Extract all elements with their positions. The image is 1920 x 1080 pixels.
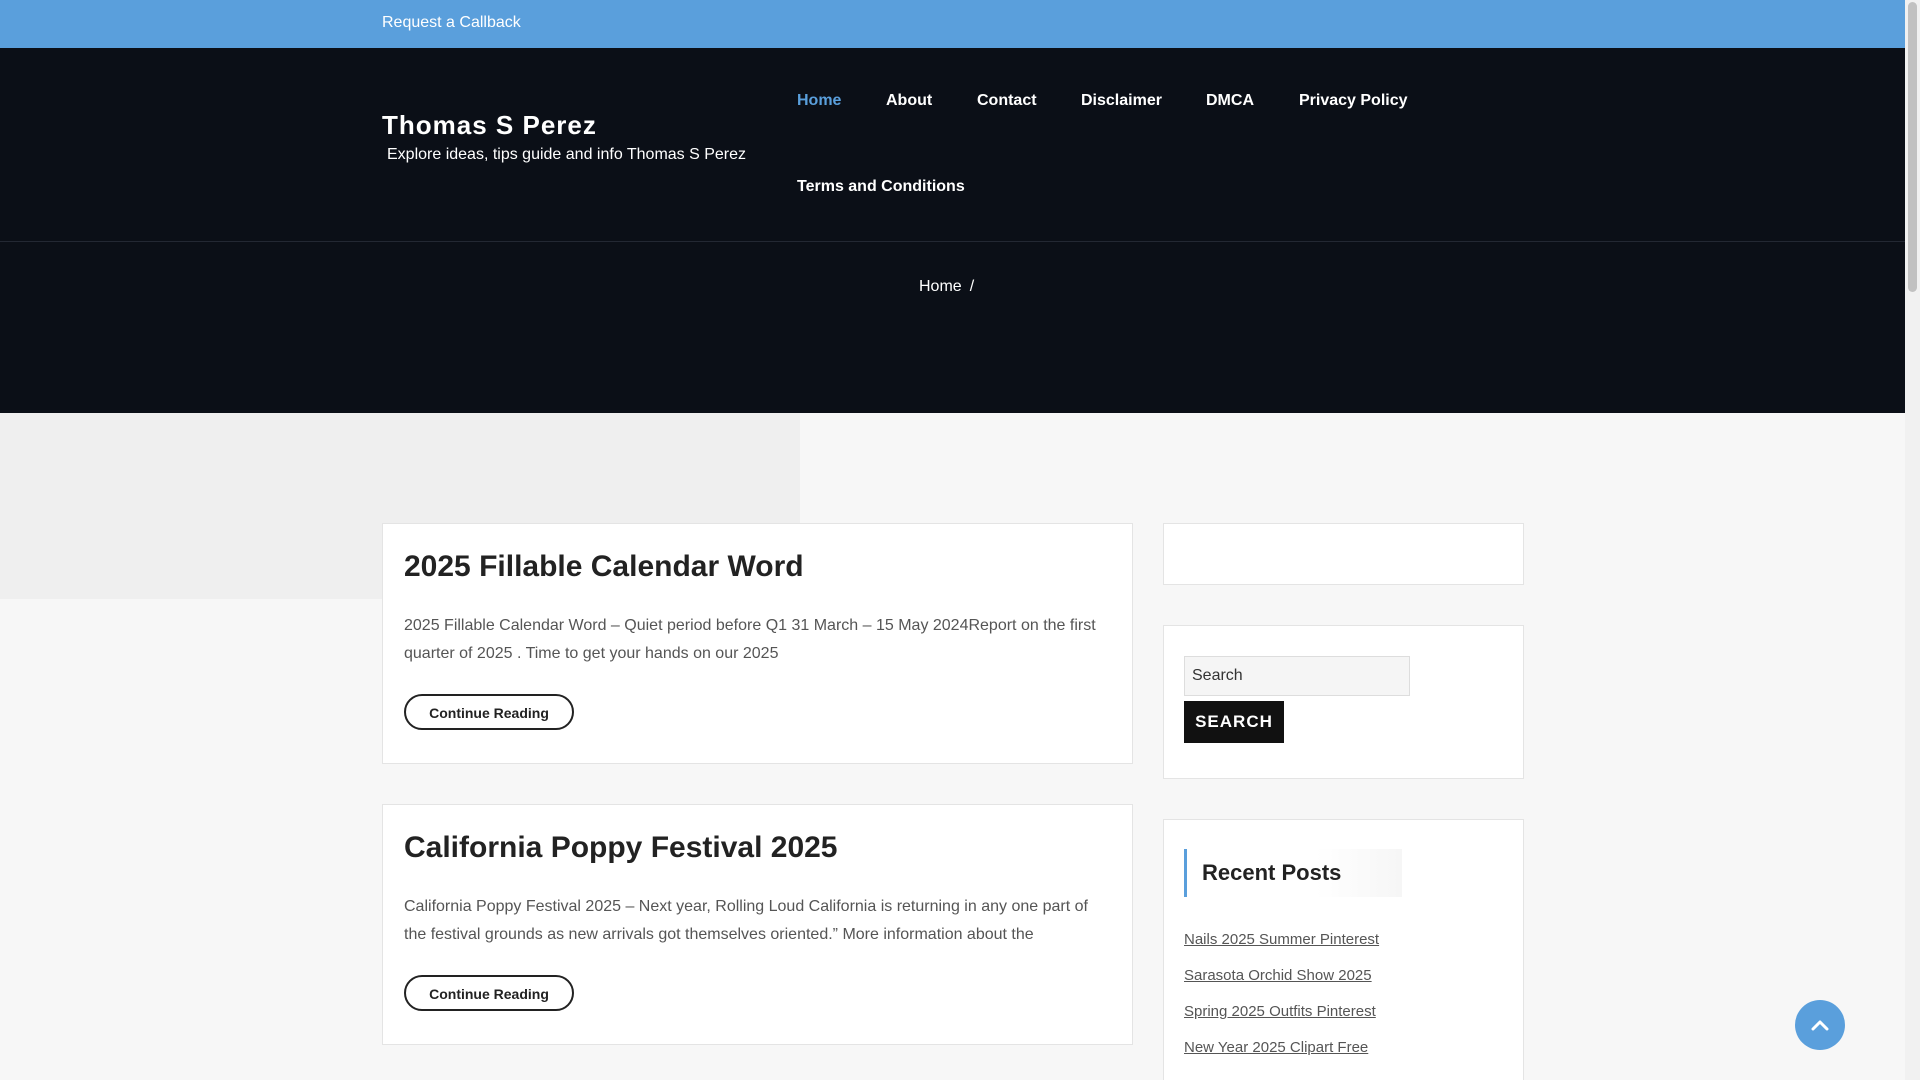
nav-item-terms-and-conditions[interactable]: Terms and Conditions (797, 178, 965, 196)
empty-widget (1163, 523, 1524, 585)
back-to-top-button[interactable] (1795, 1000, 1845, 1050)
site-tagline: Explore ideas, tips guide and info Thoma… (387, 146, 747, 163)
request-callback-link[interactable]: Request a Callback (382, 14, 521, 32)
recent-post-link[interactable]: Spring 2025 Outfits Pinterest (1184, 1003, 1376, 1020)
site-title[interactable]: Thomas S Perez (382, 110, 597, 141)
breadcrumb-home-link[interactable]: Home (919, 278, 962, 295)
search-widget: SEARCH (1163, 625, 1524, 779)
search-input[interactable] (1184, 656, 1410, 696)
breadcrumb-separator: / (969, 278, 975, 295)
list-item: Nails 2025 Summer Pinterest (1184, 930, 1379, 966)
page: Request a Callback Thomas S Perez Explor… (0, 0, 1905, 1080)
site-header: Thomas S Perez Explore ideas, tips guide… (0, 48, 1905, 242)
recent-post-link[interactable]: Sarasota Orchid Show 2025 (1184, 967, 1372, 984)
nav-item-disclaimer[interactable]: Disclaimer (1081, 92, 1162, 110)
nav-item-contact[interactable]: Contact (977, 92, 1037, 110)
breadcrumb: Home / (919, 278, 974, 296)
nav-item-home[interactable]: Home (797, 92, 841, 110)
list-item: Sarasota Orchid Show 2025 (1184, 966, 1379, 1002)
recent-post-link[interactable]: Nails 2025 Summer Pinterest (1184, 931, 1379, 948)
recent-post-link[interactable]: New Year 2025 Clipart Free (1184, 1039, 1368, 1056)
scrollbar[interactable] (1905, 0, 1920, 1080)
post-card: California Poppy Festival 2025 Californi… (382, 804, 1133, 1045)
top-bar: Request a Callback (0, 0, 1905, 48)
continue-reading-button[interactable]: Continue Reading (404, 694, 574, 730)
nav-item-about[interactable]: About (886, 92, 932, 110)
post-title[interactable]: 2025 Fillable Calendar Word (404, 550, 804, 584)
post-card: 2025 Fillable Calendar Word 2025 Fillabl… (382, 523, 1133, 764)
chevron-up-icon (1811, 1020, 1829, 1031)
nav-item-privacy-policy[interactable]: Privacy Policy (1299, 92, 1408, 110)
recent-posts-widget: Recent Posts Nails 2025 Summer Pinterest… (1163, 819, 1524, 1080)
post-excerpt: 2025 Fillable Calendar Word – Quiet peri… (404, 617, 1096, 662)
continue-reading-button[interactable]: Continue Reading (404, 975, 574, 1011)
recent-posts-list: Nails 2025 Summer Pinterest Sarasota Orc… (1184, 930, 1379, 1074)
list-item: New Year 2025 Clipart Free (1184, 1038, 1379, 1074)
list-item: Spring 2025 Outfits Pinterest (1184, 1002, 1379, 1038)
post-title[interactable]: California Poppy Festival 2025 (404, 831, 838, 865)
recent-posts-title: Recent Posts (1184, 849, 1402, 897)
scrollbar-thumb[interactable] (1908, 2, 1917, 292)
search-button[interactable]: SEARCH (1184, 701, 1284, 743)
nav-item-dmca[interactable]: DMCA (1206, 92, 1254, 110)
page-hero: Home / (0, 242, 1905, 413)
post-excerpt: California Poppy Festival 2025 – Next ye… (404, 898, 1088, 943)
